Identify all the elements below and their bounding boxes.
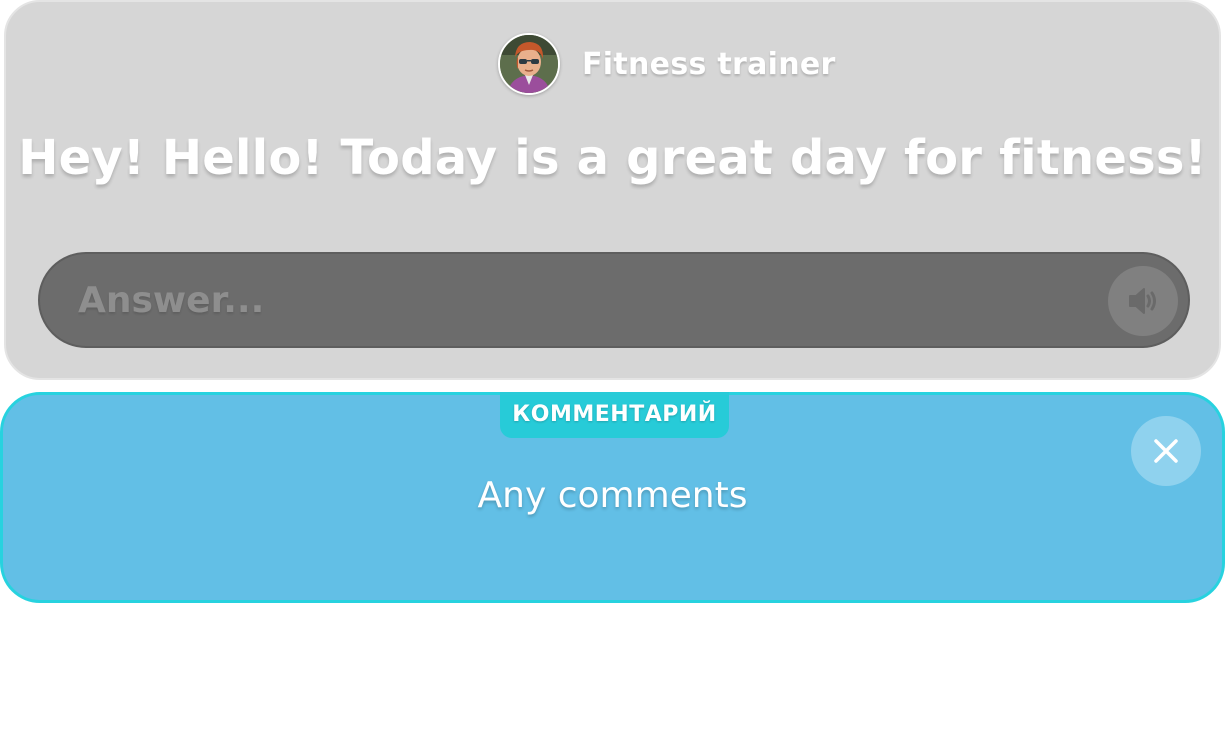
character-name: Fitness trainer [582,46,836,82]
dialog-card: Fitness trainer Hey! Hello! Today is a g… [4,0,1221,380]
sound-button[interactable] [1108,266,1178,336]
character-header: Fitness trainer [498,31,836,97]
dialog-message: Hey! Hello! Today is a great day for fit… [18,130,1207,186]
comment-tag: КОММЕНТАРИЙ [500,392,729,438]
close-icon [1154,439,1178,463]
trainer-avatar-icon [500,35,558,93]
comment-text: Any comments [477,475,748,516]
answer-bar [38,252,1190,348]
speaker-icon [1129,288,1156,314]
comment-panel: КОММЕНТАРИЙ Any comments [0,392,1225,603]
trainer-avatar [498,33,560,95]
answer-input[interactable] [78,272,1078,328]
